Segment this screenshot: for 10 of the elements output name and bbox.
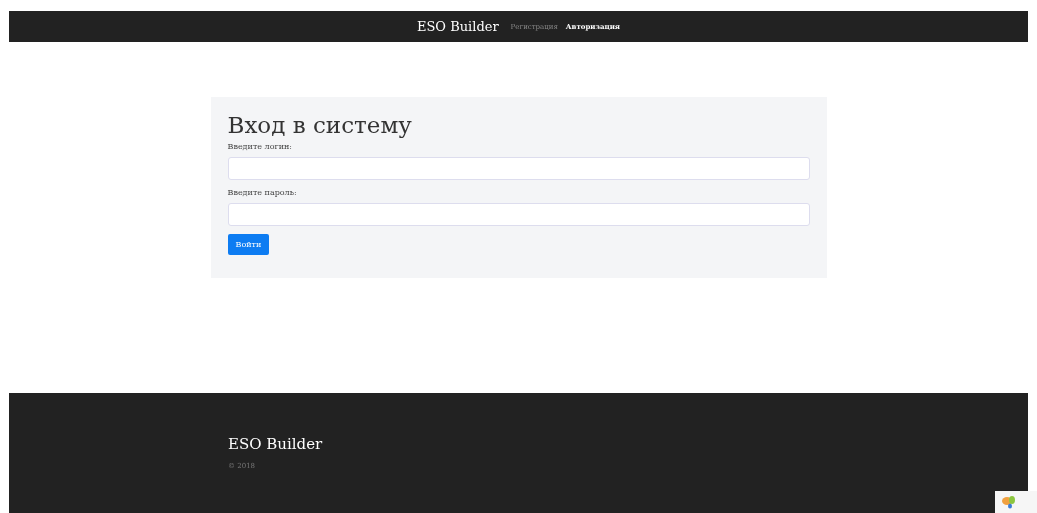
brand-link[interactable]: ESO Builder (416, 19, 499, 34)
leaf-icon (1001, 495, 1017, 509)
footer-brand: ESO Builder (228, 435, 324, 453)
field-label: Введите пароль: (227, 188, 298, 197)
input-field[interactable] (227, 203, 810, 226)
login-button[interactable]: Войти (227, 234, 270, 255)
field-label: Введите логин: (227, 142, 294, 151)
widget-button[interactable] (995, 491, 1037, 513)
form-title: Вход в систему (227, 112, 413, 138)
input-field[interactable] (227, 157, 810, 180)
